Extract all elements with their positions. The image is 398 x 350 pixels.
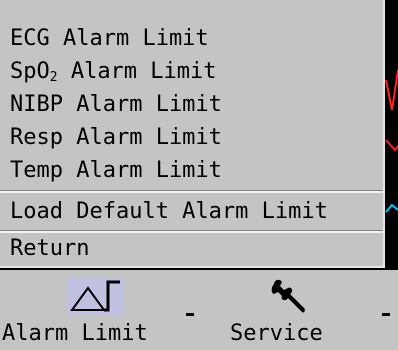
monitor-screen: ECG Alarm Limit SpO2 Alarm Limit NIBP Al…	[0, 0, 398, 350]
menu-item-label: NIBP Alarm Limit	[10, 92, 222, 117]
bottom-toolbar: Alarm Limit Service	[0, 270, 398, 350]
menu-item-label: ECG Alarm Limit	[10, 26, 209, 51]
menu-item-resp-alarm-limit[interactable]: Resp Alarm Limit	[0, 121, 383, 154]
alarm-limit-button[interactable]: Alarm Limit	[0, 270, 205, 350]
alarm-limit-label: Alarm Limit	[2, 321, 148, 346]
wrench-icon	[271, 279, 305, 313]
menu-item-nibp-alarm-limit[interactable]: NIBP Alarm Limit	[0, 88, 383, 121]
menu-item-label: SpO	[10, 59, 50, 84]
service-button[interactable]: Service	[210, 270, 398, 350]
menu-item-label: Resp Alarm Limit	[10, 125, 222, 150]
chevron-down-icon	[186, 313, 194, 316]
chevron-down-icon	[382, 313, 390, 316]
menu-item-temp-alarm-limit[interactable]: Temp Alarm Limit	[0, 154, 383, 187]
menu-item-label: Temp Alarm Limit	[10, 158, 222, 183]
menu-item-label-rest: Alarm Limit	[57, 59, 217, 84]
menu-item-spo2-alarm-limit[interactable]: SpO2 Alarm Limit	[0, 55, 383, 88]
alarm-limit-icon	[68, 278, 124, 316]
menu-item-subscript: 2	[49, 70, 58, 85]
menu-item-label: Load Default Alarm Limit	[10, 199, 328, 224]
menu-item-label: Return	[10, 236, 90, 261]
menu-item-load-default-alarm-limit[interactable]: Load Default Alarm Limit	[0, 195, 383, 228]
alarm-limit-menu: ECG Alarm Limit SpO2 Alarm Limit NIBP Al…	[0, 0, 385, 268]
service-label: Service	[230, 321, 323, 346]
menu-separator	[0, 190, 383, 193]
menu-item-return[interactable]: Return	[0, 232, 383, 265]
menu-item-ecg-alarm-limit[interactable]: ECG Alarm Limit	[0, 22, 383, 55]
